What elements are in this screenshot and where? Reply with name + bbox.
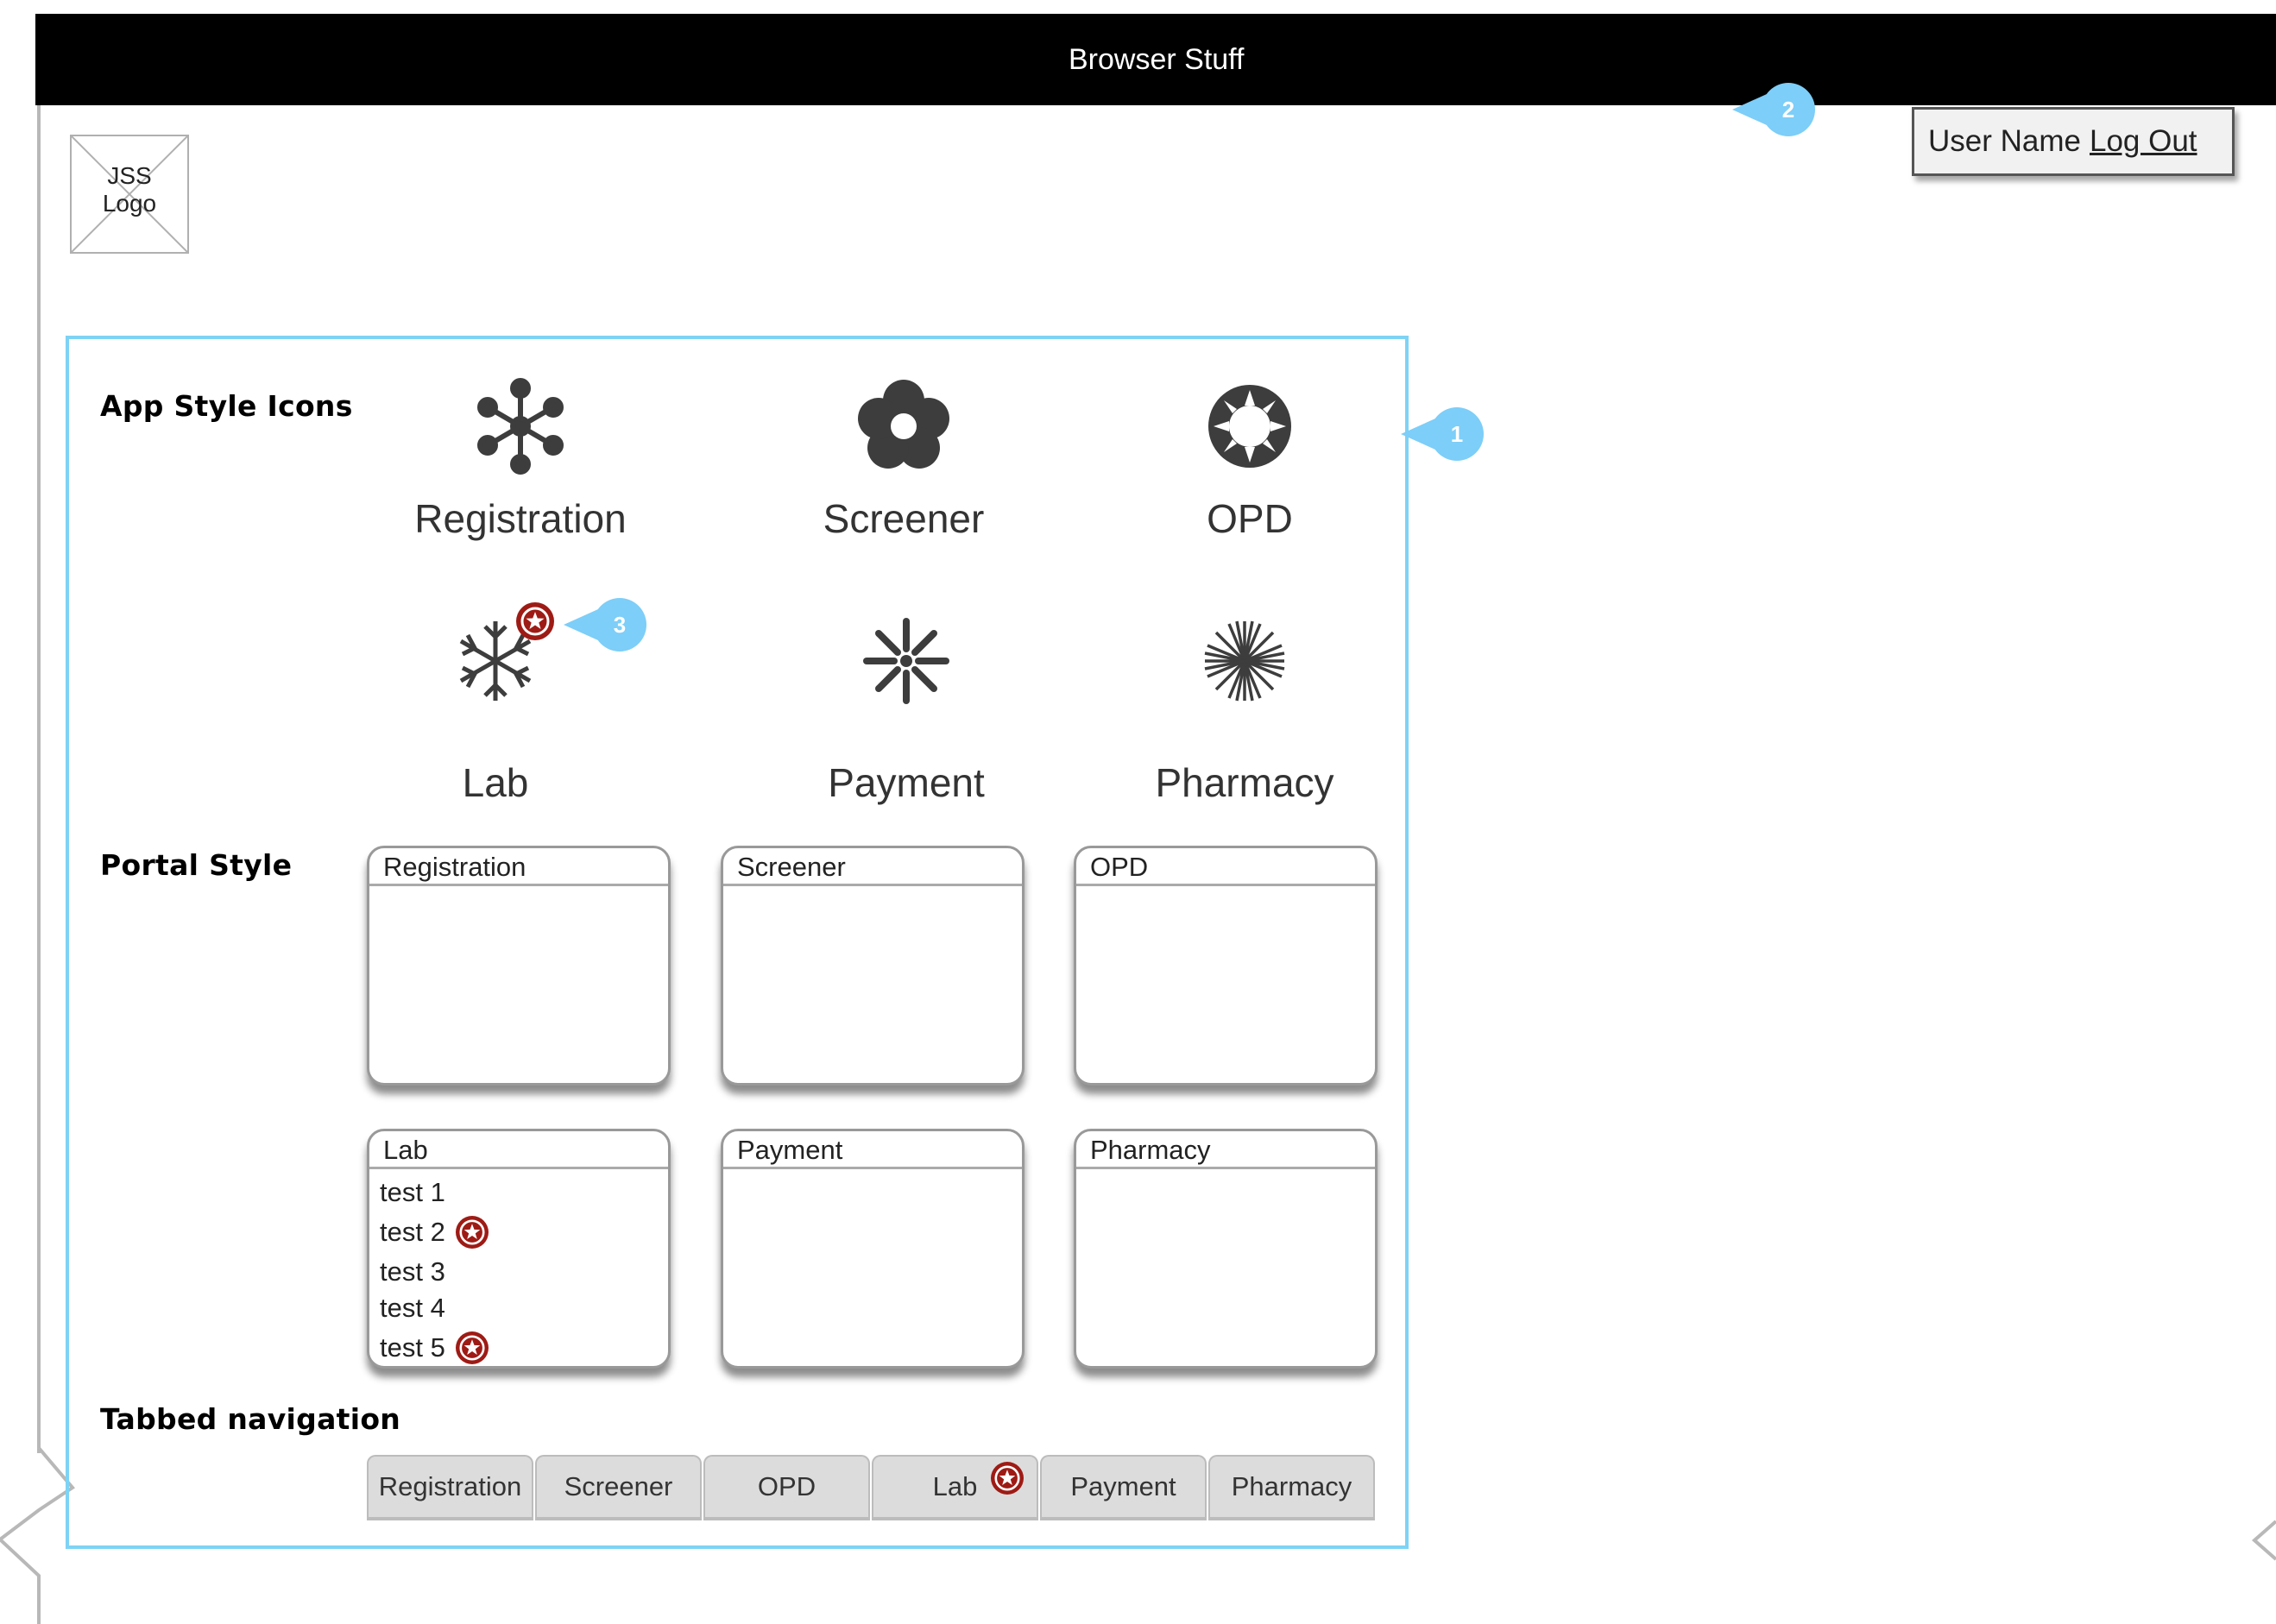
tab-bar: Registration Screener OPD Lab Payment Ph… [367,1455,1377,1520]
list-item-label: test 4 [380,1293,445,1323]
callout-1: 1 [1401,407,1484,461]
portal-screener[interactable]: Screener [721,846,1025,1086]
tab-label: Screener [564,1471,673,1501]
portal-opd[interactable]: OPD [1074,846,1378,1086]
portal-title: Pharmacy [1076,1131,1375,1169]
starburst-icon [1204,620,1285,702]
notification-badge [455,1331,489,1364]
portal-title: Registration [369,848,668,886]
section-label-portal: Portal Style [100,848,293,882]
tab-payment[interactable]: Payment [1040,1455,1207,1520]
star-icon [459,1219,485,1245]
portal-title: OPD [1076,848,1375,886]
burst-icon [863,618,949,704]
section-label-tabbed: Tabbed navigation [100,1402,401,1436]
app-label: OPD [1207,496,1293,541]
callout-2: 2 [1732,83,1815,136]
portal-title: Payment [723,1131,1022,1169]
user-box: User Name Log Out [1912,107,2235,176]
list-item-label: test 3 [380,1256,445,1287]
app-registration[interactable]: Registration [391,366,650,556]
list-item[interactable]: test 5 [380,1326,668,1366]
portal-title: Screener [723,848,1022,886]
list-item[interactable]: test 4 [380,1290,668,1326]
left-edge-line [37,105,41,1453]
tab-pharmacy[interactable]: Pharmacy [1208,1455,1375,1520]
tab-label: Payment [1070,1471,1176,1501]
user-name: User Name [1928,124,2081,158]
list-item[interactable]: test 1 [380,1174,668,1211]
callout-3: 3 [564,598,646,651]
tab-lab[interactable]: Lab [872,1455,1038,1520]
flower-icon [858,380,949,469]
tab-label: Registration [378,1471,522,1501]
app-label: Pharmacy [1155,760,1334,805]
list-item-label: test 2 [380,1217,445,1247]
app-label: Registration [414,496,627,541]
portal-lab[interactable]: Lab test 1 test 2 test 3 test 4 test 5 [367,1129,671,1369]
portal-title: Lab [369,1131,668,1169]
star-icon [520,607,550,636]
app-label: Screener [823,496,985,541]
callout-number: 3 [613,611,627,638]
browser-title: Browser Stuff [1069,43,1245,76]
notification-badge [991,1462,1024,1495]
logo-text-line-2: Logo [102,190,157,217]
sun-icon [1208,385,1291,468]
star-icon [459,1335,485,1361]
portal-payment[interactable]: Payment [721,1129,1025,1369]
jss-logo: JSS Logo [70,135,189,254]
notification-badge [455,1216,489,1249]
list-item-label: test 5 [380,1332,445,1363]
logout-link[interactable]: Log Out [2090,124,2197,159]
tab-label: OPD [757,1471,816,1501]
app-pharmacy[interactable]: Pharmacy [1115,601,1374,808]
app-opd[interactable]: OPD [1120,366,1379,556]
tab-opd[interactable]: OPD [703,1455,870,1520]
portal-registration[interactable]: Registration [367,846,671,1086]
right-edge-chevron [2251,1520,2276,1561]
logo-text: JSS Logo [72,162,187,217]
list-item[interactable]: test 3 [380,1254,668,1290]
browser-title-bar: Browser Stuff [35,14,2276,105]
notification-badge [516,602,554,640]
tab-registration[interactable]: Registration [367,1455,533,1520]
app-label: Lab [462,760,529,805]
star-icon [994,1465,1020,1491]
section-label-app-icons: App Style Icons [100,389,353,423]
app-label: Payment [828,760,985,805]
tab-screener[interactable]: Screener [535,1455,702,1520]
list-item-label: test 1 [380,1177,445,1207]
tab-label: Pharmacy [1231,1471,1352,1501]
callout-number: 2 [1781,96,1795,123]
list-item[interactable]: test 2 [380,1211,668,1254]
asterisk-nodes-icon [477,378,564,475]
portal-list: test 1 test 2 test 3 test 4 test 5 [369,1169,668,1366]
portal-pharmacy[interactable]: Pharmacy [1074,1129,1378,1369]
callout-number: 1 [1450,420,1464,447]
logo-text-line-1: JSS [107,162,152,189]
tab-label: Lab [932,1471,978,1501]
app-payment[interactable]: Payment [777,601,1036,808]
app-screener[interactable]: Screener [774,366,1033,556]
